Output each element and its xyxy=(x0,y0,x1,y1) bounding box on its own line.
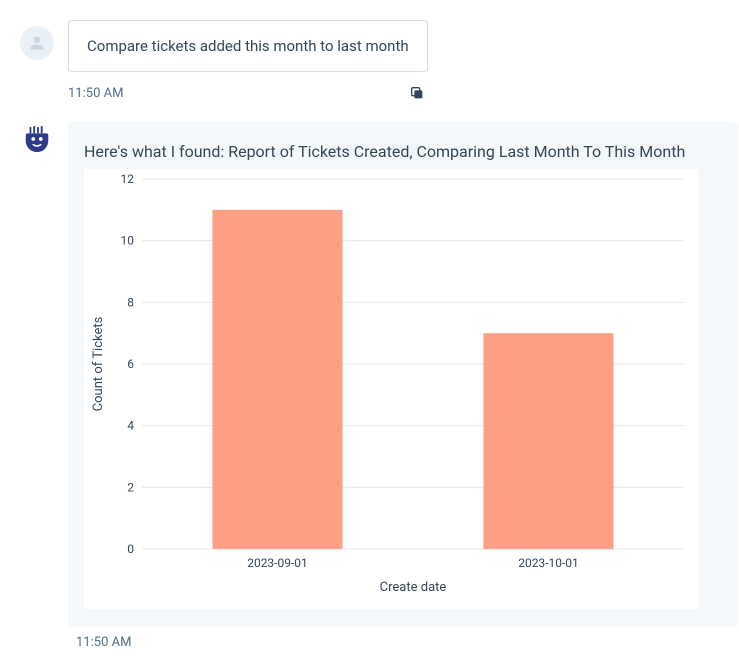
bot-icon xyxy=(22,124,52,154)
user-message-timestamp: 11:50 AM xyxy=(68,86,123,101)
bar[interactable] xyxy=(483,333,613,549)
user-message-col: Compare tickets added this month to last… xyxy=(68,20,428,122)
user-avatar xyxy=(20,26,54,60)
y-tick-label: 2 xyxy=(127,480,134,494)
copy-icon xyxy=(409,85,425,101)
bar-chart[interactable]: 0 2 4 6 8 10 12 2023-09-01 2023-10-01 Create date… xyxy=(84,169,698,609)
person-icon xyxy=(27,33,47,53)
bot-avatar xyxy=(20,122,54,156)
y-tick-label: 0 xyxy=(127,542,134,556)
bot-message-panel: Here's what I found: Report of Tickets C… xyxy=(68,122,738,627)
user-message-meta: 11:50 AM xyxy=(68,82,428,104)
bot-message-col: Here's what I found: Report of Tickets C… xyxy=(68,122,738,627)
x-axis-label: Create date xyxy=(380,580,447,595)
y-axis-label: Count of Tickets xyxy=(91,316,106,411)
y-tick-label: 6 xyxy=(127,357,134,371)
bot-headline: Here's what I found: Report of Tickets C… xyxy=(84,142,722,161)
chart-container: 0 2 4 6 8 10 12 2023-09-01 2023-10-01 Create date… xyxy=(84,169,698,609)
x-tick-label: 2023-09-01 xyxy=(247,556,308,570)
copy-button[interactable] xyxy=(406,82,428,104)
user-message-row: Compare tickets added this month to last… xyxy=(20,20,739,122)
y-tick-label: 4 xyxy=(127,419,134,433)
x-tick-label: 2023-10-01 xyxy=(518,556,579,570)
y-tick-label: 12 xyxy=(121,172,135,186)
user-message-bubble: Compare tickets added this month to last… xyxy=(68,20,428,72)
user-message-text: Compare tickets added this month to last… xyxy=(87,37,409,55)
y-tick-label: 8 xyxy=(127,295,134,309)
bot-message-timestamp: 11:50 AM xyxy=(76,635,739,650)
y-tick-label: 10 xyxy=(121,234,135,248)
bar[interactable] xyxy=(212,210,342,549)
bot-message-row: Here's what I found: Report of Tickets C… xyxy=(20,122,739,627)
